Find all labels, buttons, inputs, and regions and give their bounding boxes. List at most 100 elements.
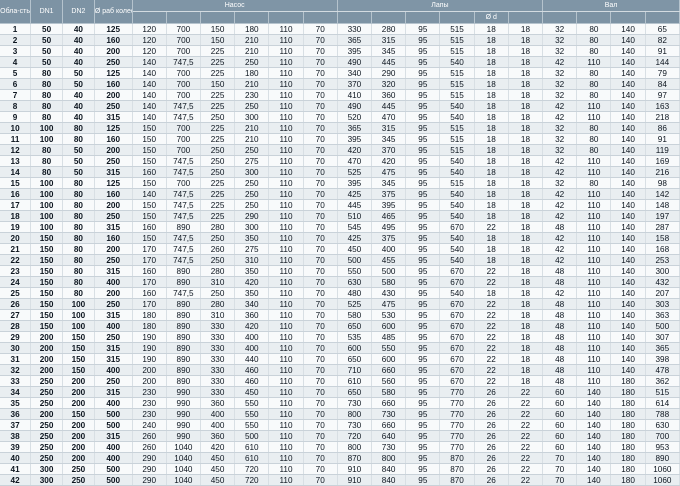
table-cell: 225 bbox=[200, 89, 236, 101]
table-cell: 310 bbox=[234, 254, 270, 266]
table-cell: 110 bbox=[576, 111, 612, 123]
table-cell: 225 bbox=[200, 199, 236, 211]
table-cell: 80 bbox=[62, 254, 95, 266]
table-cell: 70 bbox=[303, 144, 338, 156]
table-cell: 300 bbox=[234, 166, 270, 178]
table-cell: 18 bbox=[508, 111, 544, 123]
table-cell: 250 bbox=[94, 254, 133, 266]
table-cell: 18 bbox=[508, 309, 544, 321]
header-sub-cell bbox=[371, 11, 407, 24]
table-cell: 330 bbox=[337, 23, 373, 35]
table-cell: 240 bbox=[132, 419, 167, 431]
table-cell: 800 bbox=[337, 441, 373, 453]
table-cell: 460 bbox=[234, 375, 270, 387]
table-cell: 18 bbox=[474, 45, 509, 57]
table-cell: 42 bbox=[542, 188, 578, 200]
table-cell: 42 bbox=[542, 166, 578, 178]
table-cell: 18 bbox=[508, 254, 544, 266]
table-cell: 140 bbox=[610, 100, 646, 112]
table-cell: 80 bbox=[62, 287, 95, 299]
table-cell: 500 bbox=[371, 265, 407, 277]
table-cell: 300 bbox=[234, 111, 270, 123]
table-cell: 307 bbox=[645, 331, 680, 343]
table-cell: 670 bbox=[439, 331, 475, 343]
table-cell: 80 bbox=[62, 177, 95, 189]
table-cell: 95 bbox=[405, 122, 441, 134]
row-area-number: 6 bbox=[0, 78, 32, 90]
table-cell: 303 bbox=[645, 298, 680, 310]
table-cell: 100 bbox=[30, 199, 63, 211]
table-cell: 110 bbox=[268, 276, 304, 288]
table-cell: 140 bbox=[610, 243, 646, 255]
table-cell: 700 bbox=[166, 78, 201, 90]
table-cell: 140 bbox=[610, 89, 646, 101]
table-cell: 420 bbox=[234, 276, 270, 288]
table-cell: 515 bbox=[439, 89, 475, 101]
table-cell: 26 bbox=[474, 408, 509, 420]
table-cell: 747,5 bbox=[166, 199, 201, 211]
table-cell: 140 bbox=[610, 342, 646, 354]
row-area-number: 14 bbox=[0, 166, 32, 178]
table-cell: 230 bbox=[234, 89, 270, 101]
table-cell: 140 bbox=[610, 78, 646, 90]
table-row: 7 80 40 200 140 700 225 230 110 70 410 360 95 515 18 18… bbox=[0, 89, 680, 101]
table-cell: 365 bbox=[337, 34, 373, 46]
table-cell: 225 bbox=[200, 122, 236, 134]
table-cell: 91 bbox=[645, 133, 680, 145]
table-row: 1 50 40 125 120 700 150 180 110 70 330 280 95 515 18 18… bbox=[0, 23, 680, 35]
table-cell: 120 bbox=[132, 34, 167, 46]
table-cell: 250 bbox=[234, 144, 270, 156]
table-cell: 95 bbox=[405, 441, 441, 453]
table-cell: 225 bbox=[200, 188, 236, 200]
table-cell: 360 bbox=[234, 309, 270, 321]
table-cell: 190 bbox=[132, 342, 167, 354]
header-sub-cell bbox=[166, 11, 201, 24]
table-row: 32 200 150 400 200 890 330 460 110 70 710 660 95 670 2… bbox=[0, 364, 680, 376]
table-cell: 180 bbox=[610, 408, 646, 420]
row-area-number: 25 bbox=[0, 287, 32, 299]
row-area-number: 42 bbox=[0, 474, 32, 486]
table-cell: 110 bbox=[268, 287, 304, 299]
table-cell: 48 bbox=[542, 364, 578, 376]
table-cell: 110 bbox=[576, 375, 612, 387]
table-cell: 210 bbox=[234, 78, 270, 90]
table-cell: 18 bbox=[508, 133, 544, 145]
table-cell: 365 bbox=[337, 122, 373, 134]
table-cell: 315 bbox=[94, 221, 133, 233]
table-cell: 144 bbox=[645, 56, 680, 68]
table-cell: 160 bbox=[132, 166, 167, 178]
table-row: 14 80 50 315 160 747,5 250 300 110 70 525 475 95 540 1… bbox=[0, 166, 680, 178]
table-cell: 160 bbox=[132, 265, 167, 277]
table-cell: 110 bbox=[268, 34, 304, 46]
table-cell: 475 bbox=[371, 298, 407, 310]
table-cell: 370 bbox=[371, 144, 407, 156]
table-cell: 953 bbox=[645, 441, 680, 453]
table-cell: 110 bbox=[268, 298, 304, 310]
table-cell: 95 bbox=[405, 419, 441, 431]
table-cell: 770 bbox=[439, 386, 475, 398]
table-cell: 700 bbox=[166, 23, 201, 35]
table-cell: 230 bbox=[132, 386, 167, 398]
table-cell: 48 bbox=[542, 331, 578, 343]
table-cell: 100 bbox=[62, 320, 95, 332]
table-cell: 250 bbox=[200, 287, 236, 299]
table-cell: 990 bbox=[166, 386, 201, 398]
table-cell: 18 bbox=[508, 155, 544, 167]
table-cell: 200 bbox=[30, 353, 63, 365]
table-cell: 515 bbox=[439, 122, 475, 134]
row-area-number: 13 bbox=[0, 155, 32, 167]
row-area-number: 32 bbox=[0, 364, 32, 376]
table-cell: 250 bbox=[200, 144, 236, 156]
table-row: 28 150 100 400 180 890 330 420 110 70 650 600 95 670 2… bbox=[0, 320, 680, 332]
table-cell: 95 bbox=[405, 199, 441, 211]
table-cell: 250 bbox=[200, 111, 236, 123]
table-cell: 70 bbox=[303, 298, 338, 310]
table-cell: 330 bbox=[200, 375, 236, 387]
table-cell: 168 bbox=[645, 243, 680, 255]
table-cell: 148 bbox=[645, 199, 680, 211]
table-cell: 200 bbox=[62, 397, 95, 409]
table-row: 3 50 40 200 120 700 225 210 110 70 395 345 95 515 18 18… bbox=[0, 45, 680, 57]
table-cell: 40 bbox=[62, 45, 95, 57]
table-cell: 540 bbox=[439, 56, 475, 68]
table-row: 40 250 200 400 290 1040 450 610 110 70 870 800 95 870… bbox=[0, 452, 680, 464]
